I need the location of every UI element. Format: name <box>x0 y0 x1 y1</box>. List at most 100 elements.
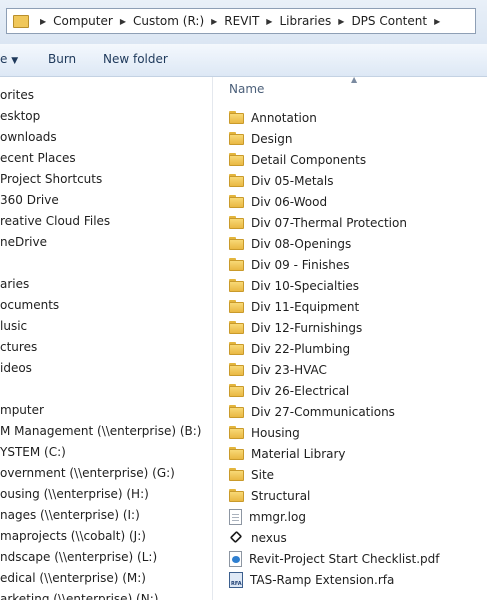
breadcrumb-computer[interactable]: Computer <box>53 14 113 28</box>
list-item[interactable]: Div 12-Furnishings <box>229 317 487 338</box>
list-item-label: Div 22-Plumbing <box>251 341 351 356</box>
list-item[interactable]: Div 11-Equipment <box>229 296 487 317</box>
list-item-label: Annotation <box>251 110 317 125</box>
list-item[interactable]: Housing <box>229 422 487 443</box>
list-item-label: Design <box>251 131 293 146</box>
nav-item-drive-g[interactable]: overnment (\\enterprise) (G:) <box>0 463 175 484</box>
list-item[interactable]: Div 09 - Finishes <box>229 254 487 275</box>
nav-item-360-drive[interactable]: 360 Drive <box>0 190 59 211</box>
list-item[interactable]: RFA TAS-Ramp Extension.rfa <box>229 569 487 590</box>
list-item-label: Detail Components <box>251 152 367 167</box>
nav-item-onedrive[interactable]: neDrive <box>0 232 47 253</box>
nav-item-downloads[interactable]: ownloads <box>0 127 57 148</box>
list-item-label: Div 27-Communications <box>251 404 395 419</box>
nav-item-drive-c[interactable]: YSTEM (C:) <box>0 442 66 463</box>
list-item[interactable]: nexus <box>229 527 487 548</box>
list-item[interactable]: Revit-Project Start Checklist.pdf <box>229 548 487 569</box>
nav-item-project-shortcuts[interactable]: Project Shortcuts <box>0 169 102 190</box>
list-item-label: Div 09 - Finishes <box>251 257 350 272</box>
folder-icon <box>229 216 244 229</box>
folder-icon <box>229 384 244 397</box>
folder-icon <box>229 153 244 166</box>
nav-item-drive-l[interactable]: ndscape (\\enterprise) (L:) <box>0 547 157 568</box>
list-item[interactable]: Div 26-Electrical <box>229 380 487 401</box>
nav-item-drive-n[interactable]: arketing (\\enterprise) (N:) <box>0 589 158 600</box>
list-item-label: Div 23-HVAC <box>251 362 327 377</box>
folder-icon <box>229 468 244 481</box>
nav-item-drive-i[interactable]: nages (\\enterprise) (I:) <box>0 505 140 526</box>
folder-icon <box>229 174 244 187</box>
list-item[interactable]: Site <box>229 464 487 485</box>
new-folder-button[interactable]: New folder <box>103 52 168 66</box>
breadcrumb-custom-drive[interactable]: Custom (R:) <box>133 14 204 28</box>
organize-button[interactable]: e ▼ <box>0 52 18 66</box>
list-item[interactable]: Design <box>229 128 487 149</box>
list-item[interactable]: Div 07-Thermal Protection <box>229 212 487 233</box>
nav-item-drive-j[interactable]: maprojects (\\cobalt) (J:) <box>0 526 146 547</box>
list-item[interactable]: Div 23-HVAC <box>229 359 487 380</box>
folder-icon <box>229 195 244 208</box>
breadcrumb-separator-icon[interactable]: ▶ <box>113 17 133 26</box>
folder-icon <box>229 258 244 271</box>
breadcrumb-separator-icon[interactable]: ▶ <box>331 17 351 26</box>
nav-item-creative-cloud-files[interactable]: reative Cloud Files <box>0 211 110 232</box>
nav-item-drive-b[interactable]: M Management (\\enterprise) (B:) <box>0 421 201 442</box>
list-item[interactable]: Div 06-Wood <box>229 191 487 212</box>
list-item-label: Housing <box>251 425 300 440</box>
breadcrumb-revit[interactable]: REVIT <box>224 14 259 28</box>
nav-item-drive-h[interactable]: ousing (\\enterprise) (H:) <box>0 484 149 505</box>
folder-icon <box>229 447 244 460</box>
folder-icon <box>229 279 244 292</box>
nav-item-computer[interactable]: mputer <box>0 400 44 421</box>
address-bar[interactable]: ▶ Computer ▶ Custom (R:) ▶ REVIT ▶ Libra… <box>6 8 476 34</box>
nav-item-documents[interactable]: ocuments <box>0 295 59 316</box>
list-item-label: Div 07-Thermal Protection <box>251 215 407 230</box>
nav-item-drive-m[interactable]: edical (\\enterprise) (M:) <box>0 568 146 589</box>
list-item-label: Div 08-Openings <box>251 236 352 251</box>
nav-item-libraries[interactable]: aries <box>0 274 29 295</box>
column-header-name[interactable]: Name <box>229 82 264 96</box>
list-item[interactable]: Structural <box>229 485 487 506</box>
folder-icon <box>229 321 244 334</box>
list-item-label: Site <box>251 467 275 482</box>
breadcrumb-separator-icon[interactable]: ▶ <box>427 17 447 26</box>
folder-icon <box>229 405 244 418</box>
list-item-label: Div 26-Electrical <box>251 383 350 398</box>
folder-icon <box>229 426 244 439</box>
list-item[interactable]: Div 05-Metals <box>229 170 487 191</box>
address-bar-area: ▶ Computer ▶ Custom (R:) ▶ REVIT ▶ Libra… <box>0 0 487 44</box>
list-item-label: Structural <box>251 488 311 503</box>
list-item-label: Revit-Project Start Checklist.pdf <box>249 551 440 566</box>
burn-button[interactable]: Burn <box>48 52 76 66</box>
nav-item-desktop[interactable]: esktop <box>0 106 40 127</box>
list-item-label: mmgr.log <box>249 509 306 524</box>
chevron-down-icon: ▼ <box>11 56 19 66</box>
nav-item-recent-places[interactable]: ecent Places <box>0 148 76 169</box>
list-item-label: Div 11-Equipment <box>251 299 360 314</box>
pdf-file-icon <box>229 550 242 567</box>
folder-icon <box>229 237 244 250</box>
file-list: ▲ Name Annotation Design Detail Componen… <box>213 75 487 600</box>
breadcrumb-separator-icon[interactable]: ▶ <box>33 17 53 26</box>
breadcrumb-libraries[interactable]: Libraries <box>279 14 331 28</box>
folder-icon <box>229 489 244 502</box>
folder-icon <box>13 14 29 28</box>
folder-icon <box>229 132 244 145</box>
list-item[interactable]: Div 27-Communications <box>229 401 487 422</box>
breadcrumb-separator-icon[interactable]: ▶ <box>204 17 224 26</box>
breadcrumb-separator-icon[interactable]: ▶ <box>259 17 279 26</box>
list-item[interactable]: mmgr.log <box>229 506 487 527</box>
nav-item-favorites[interactable]: orites <box>0 85 34 106</box>
command-toolbar: e ▼ Burn New folder <box>0 44 487 77</box>
list-item-label: TAS-Ramp Extension.rfa <box>250 572 395 587</box>
list-item[interactable]: Div 10-Specialties <box>229 275 487 296</box>
nav-item-music[interactable]: lusic <box>0 316 27 337</box>
list-item[interactable]: Div 22-Plumbing <box>229 338 487 359</box>
list-item[interactable]: Div 08-Openings <box>229 233 487 254</box>
nav-item-videos[interactable]: ideos <box>0 358 32 379</box>
list-item[interactable]: Detail Components <box>229 149 487 170</box>
nav-item-pictures[interactable]: ctures <box>0 337 37 358</box>
list-item[interactable]: Annotation <box>229 107 487 128</box>
breadcrumb-dps-content[interactable]: DPS Content <box>351 14 427 28</box>
list-item[interactable]: Material Library <box>229 443 487 464</box>
